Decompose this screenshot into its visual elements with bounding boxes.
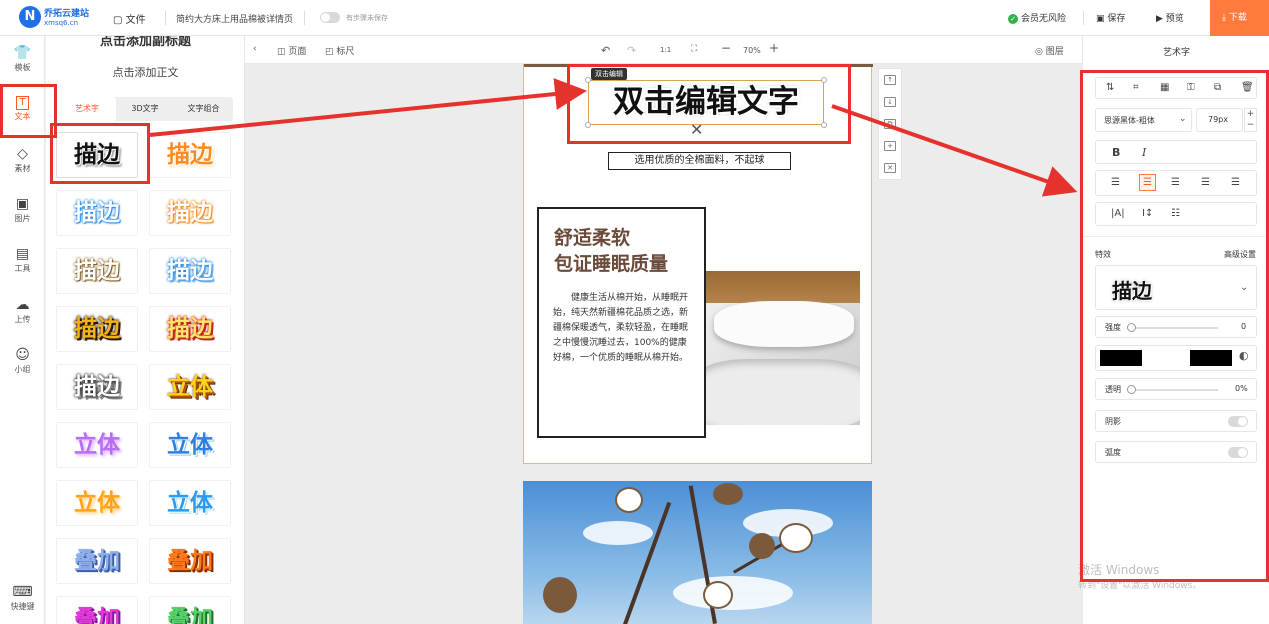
arrow-to-properties	[831, 104, 1078, 197]
annotation-arrows	[149, 78, 1078, 197]
arrow-to-headline	[149, 78, 587, 137]
